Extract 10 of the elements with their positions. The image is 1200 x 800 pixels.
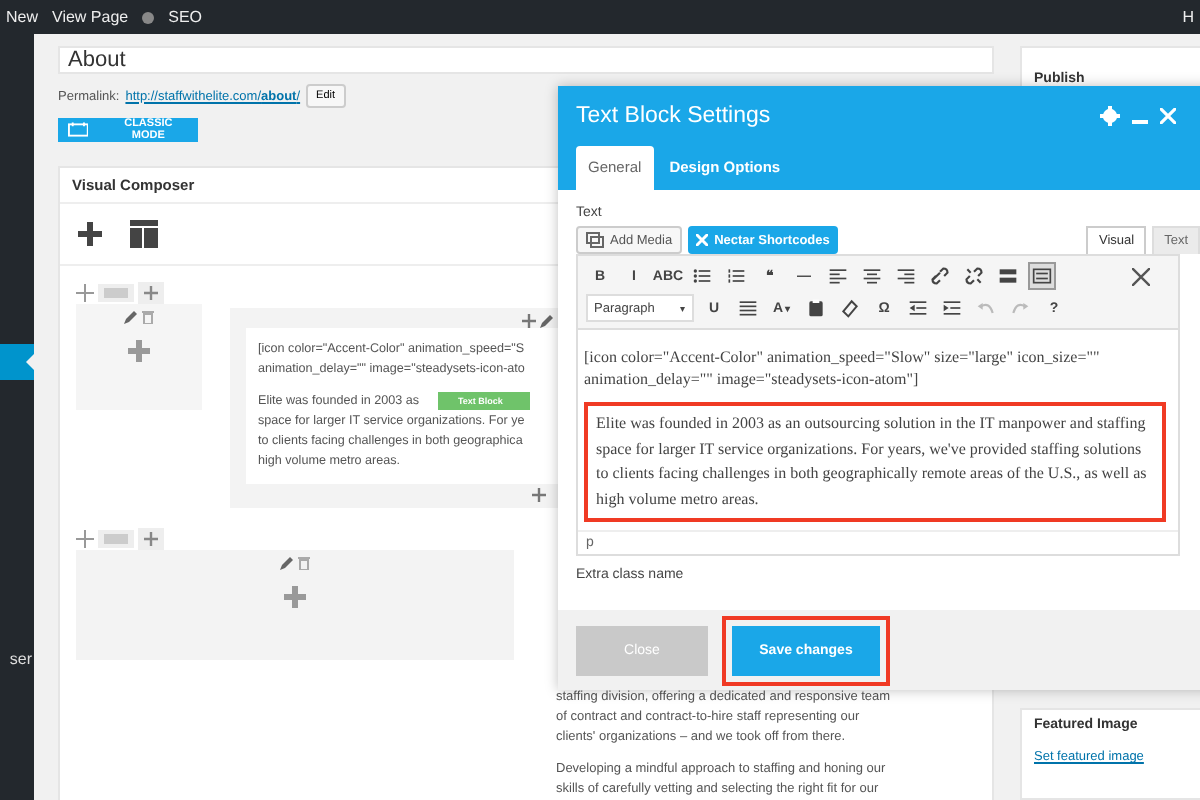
sidebar-item[interactable]: ser <box>9 650 32 668</box>
dialog-title: Text Block Settings <box>576 104 773 128</box>
title-field[interactable]: About <box>58 46 994 74</box>
admin-bar-link[interactable]: New <box>6 8 39 26</box>
paragraph-text: Elite was founded in 2003 as an outsourcing solution in the IT manpower and staffing space for larger IT service organizations. For years, we've provided staffing solutions to clients facing challenges in both geographically remote areas of the U.S., as well as high volume metro areas. <box>584 402 1166 522</box>
shortcode-text: [icon color="Accent-Color" animation_speed="Slow" size="large" icon_size="" <box>584 346 1102 368</box>
admin-bar-link[interactable]: View Page <box>52 8 129 26</box>
admin-bar-link[interactable]: SEO <box>168 8 203 26</box>
admin-bar-link[interactable]: H <box>1182 8 1194 26</box>
shortcode-text: animation_delay="" image="steadysets-icon-atom"] <box>584 368 921 390</box>
